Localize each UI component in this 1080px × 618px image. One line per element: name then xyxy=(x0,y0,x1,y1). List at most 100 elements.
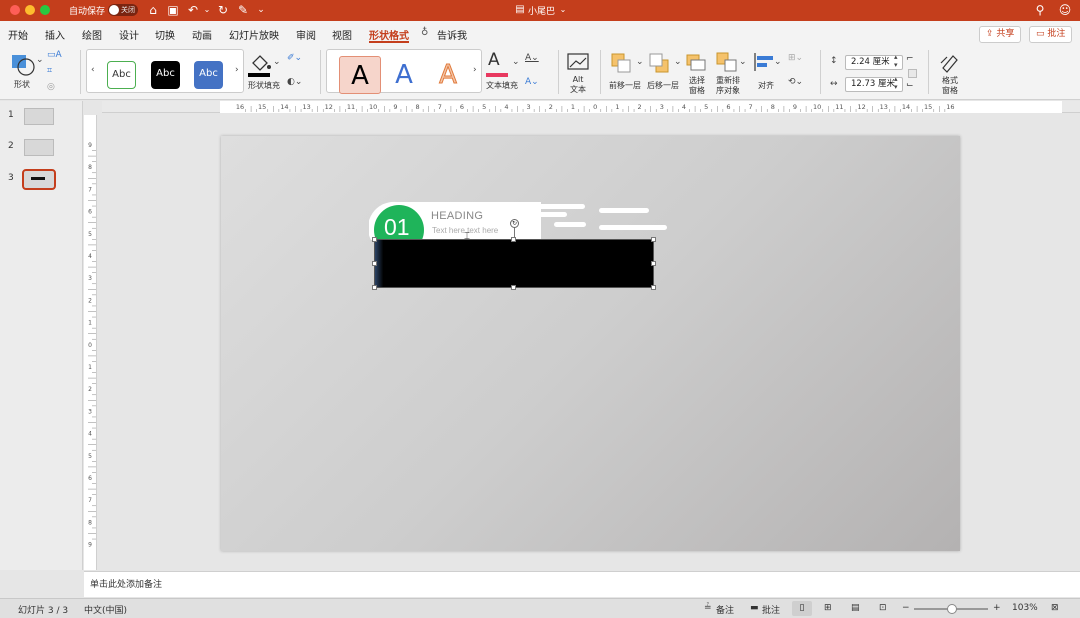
shape-style-3[interactable]: Abc xyxy=(194,61,223,89)
resize-handle-ne[interactable] xyxy=(651,237,656,242)
ruler-tick-label: 11 xyxy=(347,103,355,111)
undo-dropdown-icon[interactable]: ⌄ xyxy=(199,2,215,18)
slide-thumbnail-3[interactable] xyxy=(22,169,56,190)
ruler-tick-label: 4 xyxy=(88,431,92,438)
gallery-prev-icon[interactable]: ‹ xyxy=(91,65,95,75)
autosave-toggle[interactable]: 关闭 xyxy=(108,4,138,16)
rotate-icon[interactable]: ⟲⌄ xyxy=(788,77,803,87)
shape-outline-icon[interactable]: ✐⌄ xyxy=(287,53,302,63)
title-dropdown-icon[interactable]: ⌄ xyxy=(555,2,571,18)
wordart-style-3[interactable]: A xyxy=(427,56,469,94)
zoom-slider[interactable] xyxy=(914,604,988,614)
zoom-window-button[interactable] xyxy=(40,5,50,15)
tab-animations[interactable]: 动画 xyxy=(192,27,212,42)
reorder-dropdown-icon[interactable]: ⌄ xyxy=(739,57,747,67)
tab-shape-format[interactable]: 形状格式 xyxy=(369,27,409,42)
send-backward-dropdown-icon[interactable]: ⌄ xyxy=(674,57,682,67)
ruler-tick-label: 4 xyxy=(88,253,92,260)
zoom-in-button[interactable]: + xyxy=(993,603,1001,613)
vertical-ruler[interactable]: 9 8 7 6 5 4 3 2 1 0 1 2 3 4 5 6 7 8 9 xyxy=(84,115,97,570)
resize-handle-s[interactable] xyxy=(511,285,516,290)
text-outline-icon[interactable]: A⌄ xyxy=(525,53,539,63)
shape-dropdown-icon[interactable]: ⌄ xyxy=(36,55,44,65)
account-icon[interactable]: ☺ xyxy=(1057,2,1073,18)
notes-toggle-button[interactable]: 备注 xyxy=(716,603,734,616)
selected-rectangle-shape[interactable] xyxy=(374,239,654,288)
shape-style-1[interactable]: Abc xyxy=(107,61,136,89)
home-icon[interactable]: ⌂ xyxy=(145,2,161,18)
search-icon[interactable]: ⚲ xyxy=(1032,2,1048,18)
slide-thumbnail-1[interactable] xyxy=(24,108,54,125)
minimize-window-button[interactable] xyxy=(25,5,35,15)
edit-shape-icon[interactable]: ⌗ xyxy=(47,66,52,76)
tab-design[interactable]: 设计 xyxy=(119,27,139,42)
shape-style-2[interactable]: Abc xyxy=(151,61,180,89)
slide[interactable]: 01 HEADING Text here text here ↻ ⌶ xyxy=(221,136,960,551)
redo-icon[interactable]: ↻ xyxy=(215,2,231,18)
tab-slideshow[interactable]: 幻灯片放映 xyxy=(229,27,279,42)
more-dropdown-icon[interactable]: ⌄ xyxy=(253,2,269,18)
alt-text-button[interactable]: Alt 文本 xyxy=(564,50,592,94)
resize-handle-sw[interactable] xyxy=(372,285,377,290)
tab-review[interactable]: 审阅 xyxy=(296,27,316,42)
tab-transitions[interactable]: 切换 xyxy=(155,27,175,42)
wordart-style-2[interactable]: A xyxy=(383,56,425,94)
ruler-tick-label: 3 xyxy=(527,103,531,111)
format-pane-button[interactable]: 格式 窗格 xyxy=(935,50,965,95)
selection-pane-button[interactable]: 选择 窗格 xyxy=(684,50,710,95)
title-bar: 自动保存 关闭 ⌂ ▣ ↶ ⌄ ↻ ✎ ⌄ ▤ 小尾巴 ⌄ ⚲ ☺ xyxy=(0,0,1080,21)
resize-handle-w[interactable] xyxy=(372,261,377,266)
zoom-level[interactable]: 103% xyxy=(1012,603,1038,613)
ruler-tick-label: 1 xyxy=(88,320,92,327)
fit-to-window-icon[interactable]: ⊠ xyxy=(1051,603,1059,613)
zoom-slider-knob[interactable] xyxy=(947,604,958,614)
separator xyxy=(600,50,601,94)
tell-me-box[interactable]: 告诉我 xyxy=(437,27,467,42)
ruler-tick-label: 6 xyxy=(460,103,464,111)
slideshow-view-icon[interactable]: ⊡ xyxy=(879,603,887,613)
normal-view-button[interactable]: ▯ xyxy=(792,601,812,616)
gallery-next-icon[interactable]: › xyxy=(235,65,239,75)
width-stepper[interactable]: ▴ ▾ xyxy=(894,75,898,91)
save-icon[interactable]: ▣ xyxy=(165,2,181,18)
wordart-style-1[interactable]: A xyxy=(339,56,381,94)
ribbon: 形状 ⌄ ▭A ⌗ ◎ ‹ Abc Abc Abc › 形状填充 ⌄ ✐⌄ ◐⌄… xyxy=(0,45,1080,100)
ruler-tick-label: 14 xyxy=(280,103,288,111)
shape-button[interactable]: 形状 xyxy=(8,50,36,94)
resize-handle-e[interactable] xyxy=(651,261,656,266)
resize-handle-se[interactable] xyxy=(651,285,656,290)
wordart-next-icon[interactable]: › xyxy=(473,65,477,75)
text-effects-icon[interactable]: A⌄ xyxy=(525,77,539,87)
lock-aspect-checkbox[interactable] xyxy=(908,69,917,78)
tab-draw[interactable]: 绘图 xyxy=(82,27,102,42)
shape-effects-icon[interactable]: ◐⌄ xyxy=(287,77,302,87)
language-indicator[interactable]: 中文(中国) xyxy=(84,603,127,616)
tab-view[interactable]: 视图 xyxy=(332,27,352,42)
lock-aspect-bracket-icon[interactable]: ⌐ xyxy=(906,54,914,64)
comments-toggle-button[interactable]: 批注 xyxy=(762,603,780,616)
height-stepper[interactable]: ▴ ▾ xyxy=(894,53,898,69)
document-title[interactable]: 小尾巴 xyxy=(528,4,555,17)
horizontal-ruler[interactable]: 16 15 14 13 12 11 10 9 8 7 6 5 4 3 2 1 0 1 2 3 4 5 6 7 8 9 10 11 12 1… xyxy=(102,101,1080,113)
tab-home[interactable]: 开始 xyxy=(8,27,28,42)
tab-insert[interactable]: 插入 xyxy=(45,27,65,42)
textbox-icon[interactable]: ▭A xyxy=(47,50,62,60)
close-window-button[interactable] xyxy=(10,5,20,15)
slide-sorter-view-icon[interactable]: ⊞ xyxy=(824,603,832,613)
customize-toolbar-icon[interactable]: ✎ xyxy=(235,2,251,18)
resize-handle-nw[interactable] xyxy=(372,237,377,242)
share-button[interactable]: ⇪ 共享 xyxy=(979,26,1022,43)
bring-forward-dropdown-icon[interactable]: ⌄ xyxy=(636,57,644,67)
comments-button[interactable]: ▭ 批注 xyxy=(1029,26,1073,43)
group-icon[interactable]: ⊞⌄ xyxy=(788,53,803,63)
text-fill-dropdown-icon[interactable]: ⌄ xyxy=(512,57,520,67)
align-dropdown-icon[interactable]: ⌄ xyxy=(774,57,782,67)
fill-dropdown-icon[interactable]: ⌄ xyxy=(273,57,281,67)
notes-pane[interactable]: 单击此处添加备注 xyxy=(84,571,1080,597)
rotate-handle-icon[interactable]: ↻ xyxy=(510,219,519,228)
slide-thumbnail-2[interactable] xyxy=(24,139,54,156)
resize-handle-n[interactable] xyxy=(511,237,516,242)
zoom-out-button[interactable]: − xyxy=(902,603,910,613)
reading-view-icon[interactable]: ▤ xyxy=(851,603,860,613)
merge-shapes-icon[interactable]: ◎ xyxy=(47,82,55,92)
